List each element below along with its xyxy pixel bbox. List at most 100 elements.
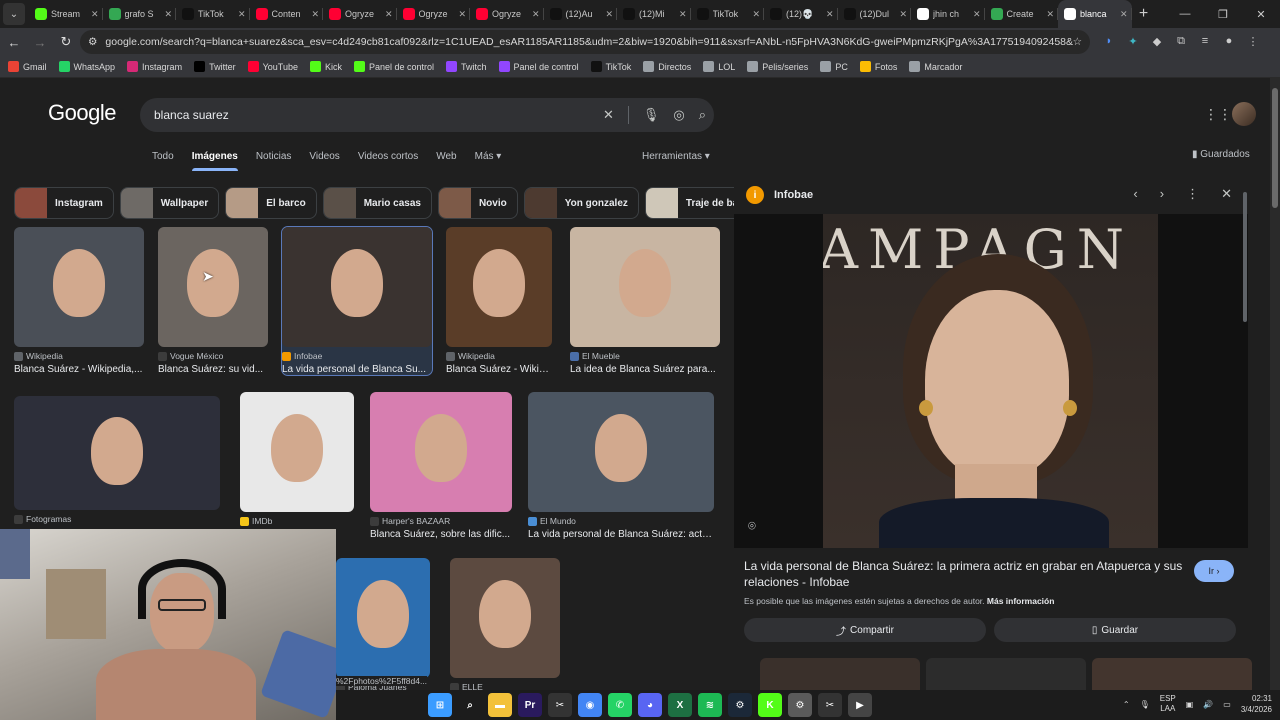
- result-title[interactable]: La vida personal de Blanca Su...: [282, 364, 432, 375]
- clear-icon[interactable]: ✕: [603, 107, 614, 123]
- whatsapp-icon[interactable]: ✆: [608, 693, 632, 717]
- spotify-icon[interactable]: ≋: [698, 693, 722, 717]
- bookmark-item[interactable]: Fotos: [859, 61, 897, 72]
- image-result[interactable]: Wikipedia Blanca Suárez - Wikipedia,...: [14, 227, 144, 375]
- bookmark-item[interactable]: PC: [820, 61, 848, 72]
- tab-close-icon[interactable]: ✕: [899, 9, 907, 20]
- result-thumbnail[interactable]: [336, 558, 430, 678]
- bookmark-item[interactable]: Instagram: [127, 61, 182, 72]
- browser-tab[interactable]: Ogryze ✕: [397, 0, 471, 28]
- bookmark-star-icon[interactable]: ☆: [1073, 36, 1082, 48]
- extensions-puzzle-icon[interactable]: ⧉: [1172, 30, 1190, 52]
- close-panel-icon[interactable]: ✕: [1221, 186, 1232, 202]
- mic-tray-icon[interactable]: 🎙: [1140, 700, 1150, 709]
- forward-button[interactable]: →: [28, 30, 52, 54]
- result-title[interactable]: Blanca Suárez, sobre las dific...: [370, 529, 512, 540]
- result-thumbnail[interactable]: [528, 392, 714, 512]
- tab-close-icon[interactable]: ✕: [385, 9, 393, 20]
- result-thumbnail[interactable]: [240, 392, 354, 512]
- tab-close-icon[interactable]: ✕: [238, 9, 246, 20]
- google-logo[interactable]: Google: [48, 100, 116, 126]
- bookmark-item[interactable]: TikTok: [590, 61, 631, 72]
- profile-avatar[interactable]: ●: [1220, 30, 1238, 52]
- tab-close-icon[interactable]: ✕: [532, 9, 540, 20]
- image-result[interactable]: Paloma Juanes: [336, 558, 430, 690]
- bookmark-item[interactable]: Gmail: [8, 61, 47, 72]
- search-box[interactable]: blanca suarez ✕ 🎙 ◎ ⌕: [140, 98, 714, 132]
- battery-icon[interactable]: ▭: [1223, 700, 1231, 709]
- result-thumbnail[interactable]: [450, 558, 560, 678]
- bookmark-item[interactable]: Panel de control: [353, 61, 434, 72]
- result-source[interactable]: Vogue México: [158, 351, 268, 361]
- search-tab[interactable]: Videos cortos: [358, 151, 418, 171]
- page-scrollbar[interactable]: [1270, 78, 1280, 690]
- browser-tab[interactable]: Create ✕: [985, 0, 1059, 28]
- result-source[interactable]: Infobae: [282, 351, 432, 361]
- reading-list-icon[interactable]: ≡: [1196, 30, 1214, 52]
- apps-grid-icon[interactable]: ⋮⋮: [1204, 106, 1232, 123]
- result-source[interactable]: IMDb: [240, 516, 354, 526]
- tab-close-icon[interactable]: ✕: [973, 9, 981, 20]
- capcut-icon[interactable]: ✂: [548, 693, 572, 717]
- back-button[interactable]: ←: [2, 30, 26, 54]
- more-info-link[interactable]: Más información: [987, 596, 1055, 606]
- settings-icon[interactable]: ⚙: [788, 693, 812, 717]
- browser-tab[interactable]: grafo S ✕: [103, 0, 177, 28]
- prev-arrow-icon[interactable]: ‹: [1133, 186, 1137, 202]
- image-result[interactable]: El Mundo La vida personal de Blanca Suáre…: [528, 392, 714, 540]
- next-arrow-icon[interactable]: ›: [1160, 186, 1164, 202]
- media-player-icon[interactable]: ▶: [848, 693, 872, 717]
- result-thumbnail[interactable]: [570, 227, 720, 347]
- result-title[interactable]: Blanca Suárez - Wikipedia,...: [14, 364, 144, 375]
- result-thumbnail[interactable]: [14, 227, 144, 347]
- browser-tab[interactable]: (12)💀 ✕: [764, 0, 838, 28]
- result-source[interactable]: Fotogramas: [14, 514, 220, 524]
- browser-tab[interactable]: (12)Mi ✕: [617, 0, 691, 28]
- result-title[interactable]: La idea de Blanca Suárez para...: [570, 364, 720, 375]
- image-result[interactable]: Fotogramas: [14, 396, 220, 524]
- extension-icon[interactable]: ✦: [1124, 30, 1142, 52]
- result-source[interactable]: Wikipedia: [14, 351, 144, 361]
- search-tab[interactable]: Noticias: [256, 151, 292, 171]
- related-search-chip[interactable]: Yon gonzalez: [523, 187, 639, 219]
- search-input[interactable]: blanca suarez: [154, 108, 229, 122]
- lens-search-icon[interactable]: ⌾: [748, 518, 756, 534]
- related-search-chip[interactable]: Mario casas: [322, 187, 432, 219]
- result-source[interactable]: El Mueble: [570, 351, 720, 361]
- language-indicator[interactable]: ESP LAA: [1160, 694, 1176, 714]
- address-url[interactable]: google.com/search?q=blanca+suarez&sca_es…: [105, 36, 1072, 48]
- browser-tab[interactable]: (12)Au ✕: [544, 0, 618, 28]
- bookmark-item[interactable]: Directos: [643, 61, 691, 72]
- bookmark-item[interactable]: Pelis/series: [747, 61, 808, 72]
- saved-link[interactable]: ▮ Guardados: [1192, 149, 1250, 160]
- visit-button[interactable]: Ir ›: [1194, 560, 1234, 582]
- bookmark-item[interactable]: YouTube: [247, 61, 298, 72]
- search-icon[interactable]: ⌕: [699, 107, 706, 123]
- chrome-icon[interactable]: ◉: [578, 693, 602, 717]
- clock[interactable]: 02:31 3/4/2026: [1241, 693, 1272, 715]
- result-source[interactable]: Wikipedia: [446, 351, 552, 361]
- result-title[interactable]: Blanca Suárez - Wikip...: [446, 364, 552, 375]
- tab-close-icon[interactable]: ✕: [164, 9, 172, 20]
- image-result[interactable]: Vogue México Blanca Suárez: su vid...: [158, 227, 268, 375]
- volume-icon[interactable]: 🔊: [1203, 700, 1213, 709]
- panel-source[interactable]: i Infobae: [746, 186, 813, 204]
- bookmark-item[interactable]: Panel de control: [498, 61, 579, 72]
- account-avatar[interactable]: [1232, 102, 1256, 126]
- panel-scrollbar[interactable]: [1242, 178, 1248, 690]
- search-tab[interactable]: Videos: [309, 151, 339, 171]
- capcut-icon[interactable]: ✂: [818, 693, 842, 717]
- search-tab[interactable]: Más ▾: [475, 151, 502, 171]
- close-window-button[interactable]: ✕: [1242, 0, 1280, 28]
- search-tab[interactable]: Imágenes: [192, 151, 238, 171]
- related-search-chip[interactable]: Novio: [437, 187, 518, 219]
- bookmark-item[interactable]: LOL: [703, 61, 735, 72]
- search-tab[interactable]: Web: [436, 151, 456, 171]
- tab-close-icon[interactable]: ✕: [311, 9, 319, 20]
- share-button[interactable]: ⤴ Compartir: [744, 618, 986, 642]
- result-source[interactable]: ELLE: [450, 682, 560, 690]
- related-image[interactable]: [926, 658, 1086, 690]
- image-result[interactable]: Infobae La vida personal de Blanca Su...: [281, 226, 433, 376]
- tab-close-icon[interactable]: ✕: [458, 9, 466, 20]
- new-tab-button[interactable]: +: [1132, 5, 1156, 23]
